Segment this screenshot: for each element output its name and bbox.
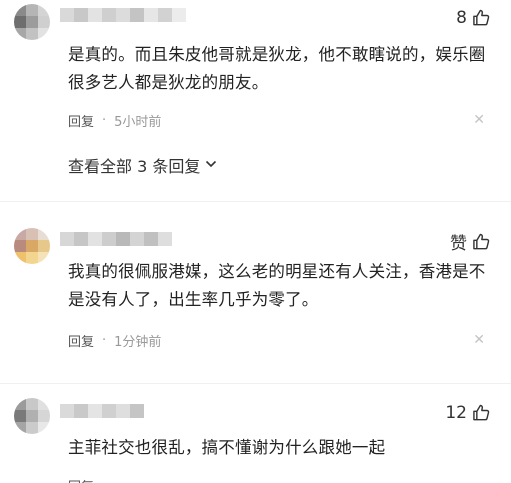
comment-meta: 回复 · [68, 476, 114, 483]
reply-button[interactable]: 回复 [68, 331, 94, 350]
divider [0, 201, 511, 202]
reply-button[interactable]: 回复 [68, 111, 94, 130]
view-all-replies-button[interactable]: 查看全部 3 条回复 [68, 153, 218, 177]
meta-separator: · [102, 113, 107, 128]
meta-separator: · [102, 478, 106, 483]
timestamp: 1分钟前 [114, 335, 162, 350]
timestamp: 5小时前 [114, 115, 162, 130]
thumbs-up-icon [471, 8, 491, 28]
comment-meta: 回复 · 5小时前 [68, 111, 161, 130]
comment-text: 主菲社交也很乱，搞不懂谢为什么跟她一起 [68, 438, 386, 457]
thumbs-up-icon [471, 403, 491, 423]
comment-text: 我真的很佩服港媒，这么老的明星还有人关注，香港是不是没有人了，出生率几乎为零了。 [68, 262, 486, 309]
comment-list: 8 是真的。而且朱皮他哥就是狄龙，他不敢瞎说的，娱乐圈很多艺人都是狄龙的朋友。 … [0, 0, 511, 483]
avatar[interactable] [14, 398, 50, 434]
username[interactable] [60, 232, 172, 246]
like-button[interactable]: 8 [456, 8, 491, 28]
comment-text: 是真的。而且朱皮他哥就是狄龙，他不敢瞎说的，娱乐圈很多艺人都是狄龙的朋友。 [68, 45, 486, 92]
avatar[interactable] [14, 4, 50, 40]
close-icon[interactable]: ✕ [473, 112, 485, 128]
reply-button[interactable]: 回复 [68, 476, 94, 483]
like-button[interactable]: 赞 [450, 229, 491, 254]
thumbs-up-icon [471, 232, 491, 252]
chevron-down-icon [204, 156, 218, 175]
like-count: 12 [445, 403, 467, 423]
like-count: 赞 [450, 234, 467, 254]
like-count: 8 [456, 8, 467, 28]
comment-meta: 回复 · 1分钟前 [68, 331, 161, 350]
comment-item: 8 是真的。而且朱皮他哥就是狄龙，他不敢瞎说的，娱乐圈很多艺人都是狄龙的朋友。 … [0, 0, 511, 200]
divider [0, 383, 511, 384]
avatar[interactable] [14, 228, 50, 264]
close-icon[interactable]: ✕ [473, 332, 485, 348]
username[interactable] [60, 8, 186, 22]
meta-separator: · [102, 333, 107, 348]
username[interactable] [60, 404, 144, 418]
view-all-label: 查看全部 3 条回复 [68, 157, 201, 176]
like-button[interactable]: 12 [445, 403, 491, 423]
